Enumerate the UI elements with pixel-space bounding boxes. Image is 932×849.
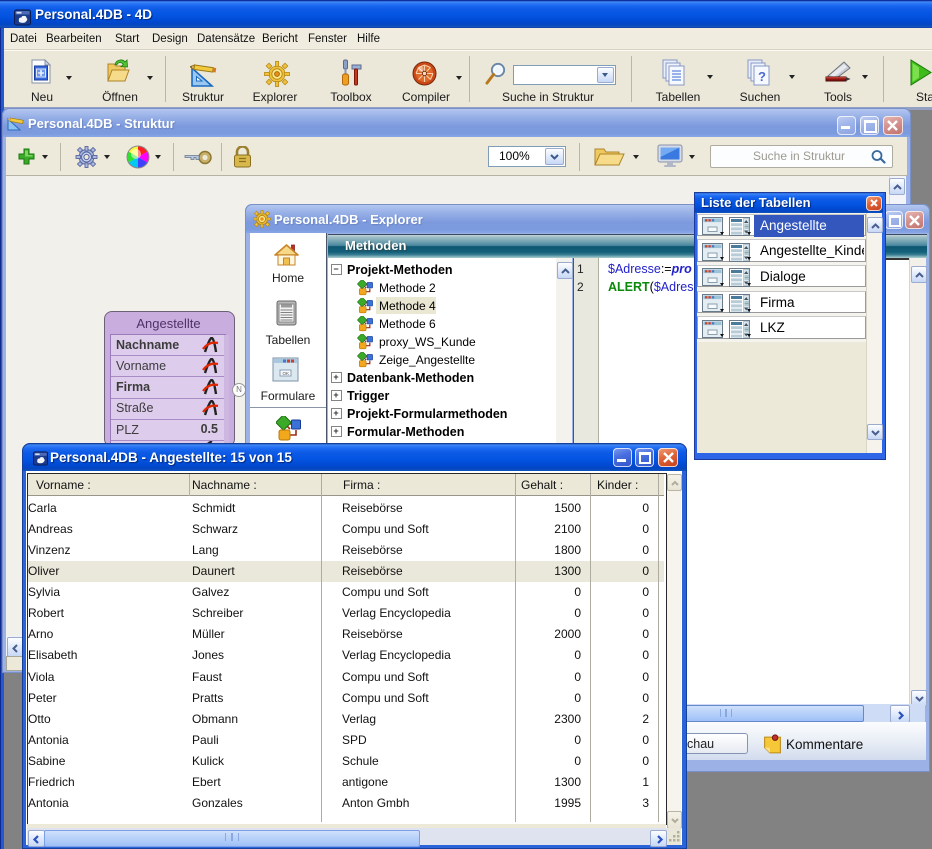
svg-text:OK: OK: [283, 371, 290, 376]
svg-text:?: ?: [758, 69, 766, 84]
